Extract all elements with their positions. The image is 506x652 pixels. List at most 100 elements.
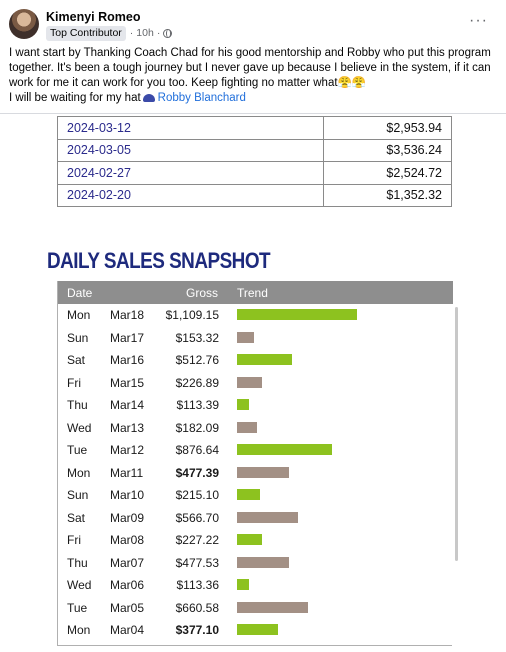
trend-bar <box>237 579 249 590</box>
row-date: Mar18 <box>110 308 145 322</box>
week-date: 2024-03-12 <box>57 116 324 140</box>
weekly-sales-table: 2024-03-12 $2,953.94 2024-03-05 $3,536.24 20… <box>57 116 452 207</box>
header-gross: Gross <box>186 286 219 300</box>
row-gross: $566.70 <box>175 510 219 525</box>
row-date: Mar10 <box>110 488 145 502</box>
divider <box>0 113 506 114</box>
row-gross: $226.89 <box>175 375 219 390</box>
trend-bar <box>237 489 260 500</box>
row-day: Mon <box>67 465 91 480</box>
week-amount: $3,536.24 <box>323 138 452 162</box>
mention-link[interactable]: Robby Blanchard <box>158 92 246 104</box>
table-row: Sat Mar16 $512.76 <box>58 349 453 372</box>
hat-icon <box>142 94 155 102</box>
week-amount: $2,953.94 <box>323 116 452 140</box>
row-gross: $153.32 <box>175 330 219 345</box>
table-header: Date Gross Trend <box>58 281 453 304</box>
trend-bar <box>237 399 249 410</box>
post-text: I want start by Thanking Coach Chad for … <box>9 46 501 106</box>
week-amount: $2,524.72 <box>323 161 452 185</box>
row-date: Mar07 <box>110 555 145 570</box>
row-day: Sat <box>67 353 86 367</box>
trend-bar <box>237 376 262 388</box>
table-row: Mon Mar18 $1,109.15 <box>58 304 453 327</box>
table-row: 2024-03-12 $2,953.94 <box>57 116 452 140</box>
header-trend: Trend <box>237 286 268 300</box>
row-gross: $113.39 <box>176 398 220 412</box>
meta-separator: · <box>129 27 134 39</box>
row-gross: $113.36 <box>176 578 220 592</box>
trend-bar <box>237 466 289 478</box>
avatar[interactable] <box>9 9 39 39</box>
row-date: Mar15 <box>110 375 145 390</box>
trend-bar <box>237 444 332 455</box>
author-name[interactable]: Kimenyi Romeo <box>46 10 140 24</box>
table-bottom-border <box>57 645 452 646</box>
row-day: Mon <box>67 623 91 637</box>
trend-bar <box>237 511 298 523</box>
row-gross: $477.39 <box>175 465 219 480</box>
post-time[interactable]: 10h <box>136 27 154 39</box>
row-day: Wed <box>67 420 92 435</box>
table-row: Sun Mar17 $153.32 <box>58 327 453 350</box>
row-date: Mar09 <box>110 510 145 525</box>
row-gross: $512.76 <box>175 353 219 367</box>
table-row: Fri Mar08 $227.22 <box>58 529 453 552</box>
row-gross: $876.64 <box>175 443 219 457</box>
row-day: Mon <box>67 308 91 322</box>
row-date: Mar04 <box>110 623 145 637</box>
week-amount: $1,352.32 <box>323 183 452 207</box>
table-row: Sat Mar09 $566.70 <box>58 507 453 530</box>
row-day: Fri <box>67 375 81 390</box>
row-gross: $660.58 <box>175 600 219 615</box>
trend-bar <box>237 601 308 613</box>
row-date: Mar05 <box>110 600 145 615</box>
table-row: Wed Mar13 $182.09 <box>58 417 453 440</box>
top-contributor-badge[interactable]: Top Contributor <box>46 25 126 41</box>
post-header: Kimenyi Romeo Top Contributor · 10h · ··… <box>0 0 506 110</box>
row-gross: $1,109.15 <box>165 308 219 322</box>
row-date: Mar11 <box>110 465 144 480</box>
trend-bar <box>237 624 278 635</box>
row-gross: $377.10 <box>175 623 219 637</box>
row-date: Mar16 <box>110 353 145 367</box>
daily-sales-table: Date Gross Trend Mon Mar18 $1,109.15 Sun Mar… <box>57 281 453 645</box>
week-date: 2024-02-27 <box>57 161 324 185</box>
row-gross: $477.53 <box>175 555 219 570</box>
trend-bar <box>237 354 292 365</box>
row-day: Tue <box>67 443 88 457</box>
scrollbar[interactable] <box>455 307 458 561</box>
globe-icon <box>163 28 173 38</box>
week-date: 2024-03-05 <box>57 138 324 162</box>
table-row: Thu Mar14 $113.39 <box>58 394 453 417</box>
table-row: 2024-02-27 $2,524.72 <box>57 161 452 185</box>
row-date: Mar12 <box>110 443 145 457</box>
trend-bar <box>237 331 254 343</box>
trend-bar <box>237 421 257 433</box>
header-date: Date <box>67 286 93 300</box>
table-row: Sun Mar10 $215.10 <box>58 484 453 507</box>
trend-bar <box>237 534 262 545</box>
row-day: Thu <box>67 398 88 412</box>
table-row: Thu Mar07 $477.53 <box>58 552 453 575</box>
row-day: Sun <box>67 488 89 502</box>
row-date: Mar14 <box>110 398 145 412</box>
table-row: Wed Mar06 $113.36 <box>58 574 453 597</box>
more-options-icon[interactable]: ··· <box>469 12 488 30</box>
table-row: Tue Mar12 $876.64 <box>58 439 453 462</box>
row-gross: $182.09 <box>175 420 219 435</box>
post-paragraph: I want start by Thanking Coach Chad for … <box>9 47 491 89</box>
table-row: Mon Mar11 $477.39 <box>58 462 453 485</box>
snapshot-title: DAILY SALES SNAPSHOT <box>47 248 271 273</box>
table-row: Tue Mar05 $660.58 <box>58 597 453 620</box>
row-day: Tue <box>67 600 88 615</box>
row-day: Sat <box>67 510 86 525</box>
row-date: Mar08 <box>110 533 145 547</box>
author-meta: Top Contributor · 10h · <box>46 25 173 41</box>
row-day: Thu <box>67 555 88 570</box>
row-date: Mar17 <box>110 330 145 345</box>
post-paragraph-2: I will be waiting for my hat Robby Blanch… <box>9 91 501 106</box>
week-date: 2024-02-20 <box>57 183 324 207</box>
row-day: Wed <box>67 578 92 592</box>
row-gross: $215.10 <box>175 488 219 502</box>
